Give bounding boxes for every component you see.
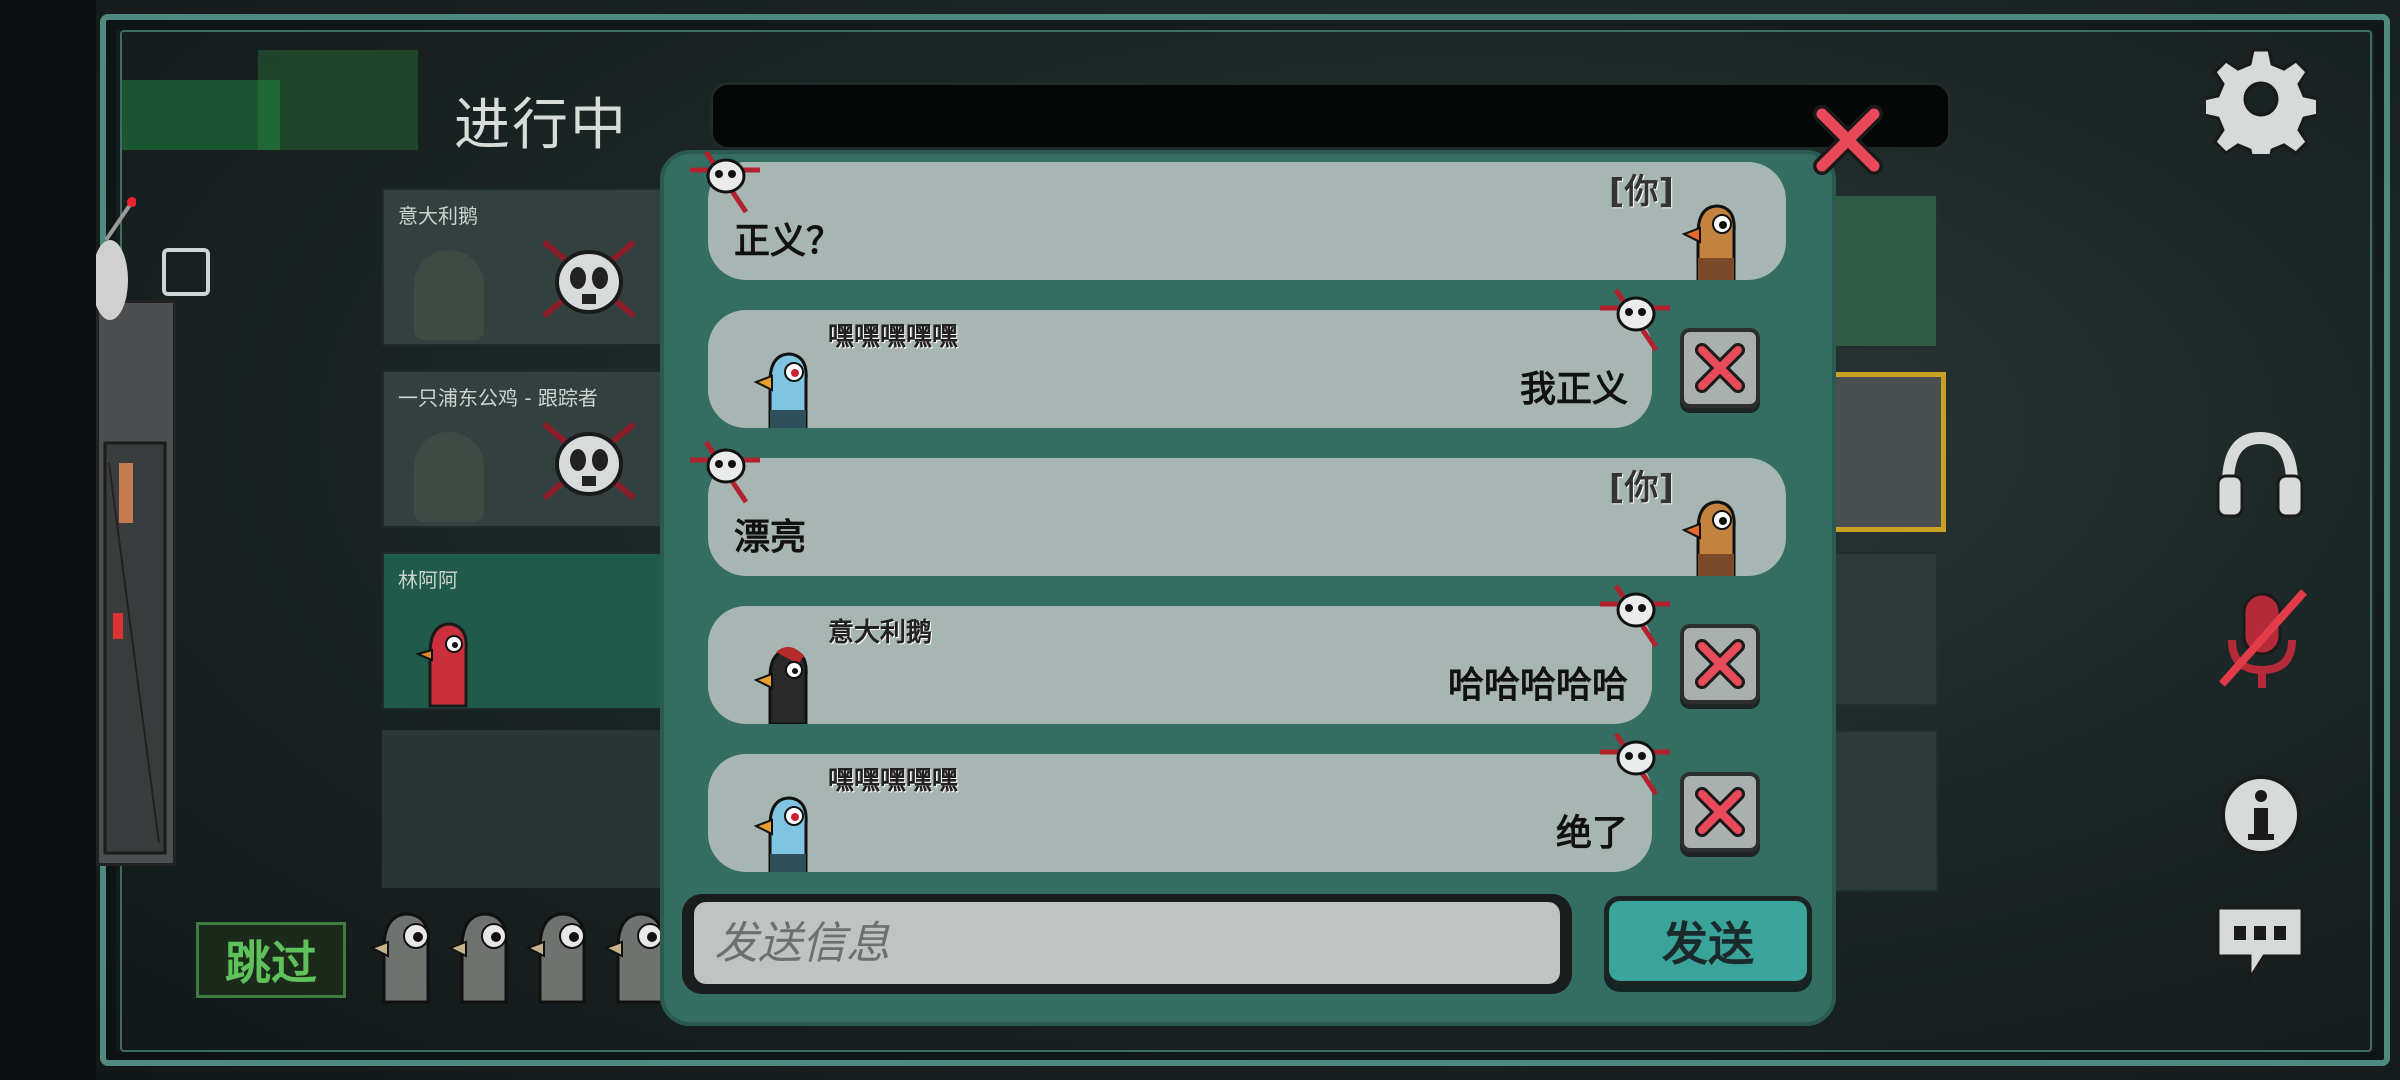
player-avatar: [1682, 204, 1736, 280]
vote-goose-icon: [448, 912, 508, 1004]
skull-role-icon: [690, 440, 760, 504]
chat-bubble-icon[interactable]: [2212, 900, 2308, 984]
vote-goose-icon: [370, 912, 430, 1004]
message-author: 嘿嘿嘿嘿嘿: [828, 766, 959, 796]
skull-role-icon: [1600, 584, 1670, 648]
player-avatar: [754, 796, 808, 872]
message-text: 我正义: [1519, 369, 1628, 410]
you-tag: [你]: [1608, 468, 1674, 508]
vote-timer-bar: [710, 82, 1951, 150]
skull-role-icon: [1600, 732, 1670, 796]
skull-role-icon: [1600, 288, 1670, 352]
left-machine: [96, 300, 176, 866]
chat-message-self: [你] 正义？: [708, 162, 1786, 280]
report-message-button[interactable]: [1680, 624, 1760, 704]
chat-message-self: [你] 漂亮: [708, 458, 1786, 576]
left-antenna-icon: [92, 190, 137, 320]
checkbox[interactable]: [162, 248, 210, 296]
report-message-button[interactable]: [1680, 772, 1760, 852]
player-card[interactable]: 一只浦东公鸡 - 跟踪者: [382, 370, 672, 528]
player-card-highlighted[interactable]: [1830, 372, 1946, 532]
player-card[interactable]: [1830, 552, 1938, 706]
message-text: 哈哈哈哈哈: [1447, 665, 1628, 706]
close-icon[interactable]: [1810, 102, 1886, 178]
player-avatar: [415, 622, 468, 708]
vote-goose-icon: [526, 912, 586, 1004]
player-card[interactable]: [1830, 730, 1938, 892]
you-tag: [你]: [1608, 172, 1674, 212]
headphones-icon[interactable]: [2212, 424, 2308, 520]
player-avatar: [754, 352, 808, 428]
dead-skull-icon: [542, 421, 636, 501]
message-text: 绝了: [1555, 813, 1628, 854]
chat-message-input[interactable]: [694, 902, 1560, 984]
message-text: 正义？: [734, 221, 843, 262]
skull-role-icon: [690, 150, 760, 214]
message-author: 嘿嘿嘿嘿嘿: [828, 322, 959, 352]
meeting-status-title: 进行中: [454, 93, 628, 158]
chat-message: 嘿嘿嘿嘿嘿 绝了: [708, 754, 1652, 872]
player-card[interactable]: [1830, 194, 1938, 348]
player-name: 意大利鹅: [398, 204, 478, 228]
close-icon: [1695, 639, 1745, 689]
dead-skull-icon: [542, 239, 636, 319]
player-card[interactable]: 意大利鹅: [382, 188, 672, 346]
chat-message: 意大利鹅 哈哈哈哈哈: [708, 606, 1652, 724]
player-card-empty: [382, 730, 672, 888]
message-author: 意大利鹅: [828, 618, 933, 648]
player-card[interactable]: 林阿阿: [382, 552, 672, 710]
player-avatar: [1682, 500, 1736, 576]
gear-icon[interactable]: [2206, 44, 2316, 154]
info-icon[interactable]: [2216, 770, 2306, 860]
chat-message: 嘿嘿嘿嘿嘿 我正义: [708, 310, 1652, 428]
player-avatar: [414, 250, 484, 340]
player-avatar: [414, 432, 484, 522]
message-text: 漂亮: [734, 517, 807, 558]
player-name: 一只浦东公鸡 - 跟踪者: [398, 386, 598, 410]
muted-mic-icon[interactable]: [2214, 584, 2310, 694]
player-avatar: [754, 646, 808, 724]
close-icon: [1695, 787, 1745, 837]
close-icon: [1695, 343, 1745, 393]
skip-vote-button[interactable]: 跳过: [196, 922, 346, 998]
player-name: 林阿阿: [398, 568, 458, 592]
send-button[interactable]: 发送: [1604, 896, 1812, 986]
report-message-button[interactable]: [1680, 328, 1760, 408]
